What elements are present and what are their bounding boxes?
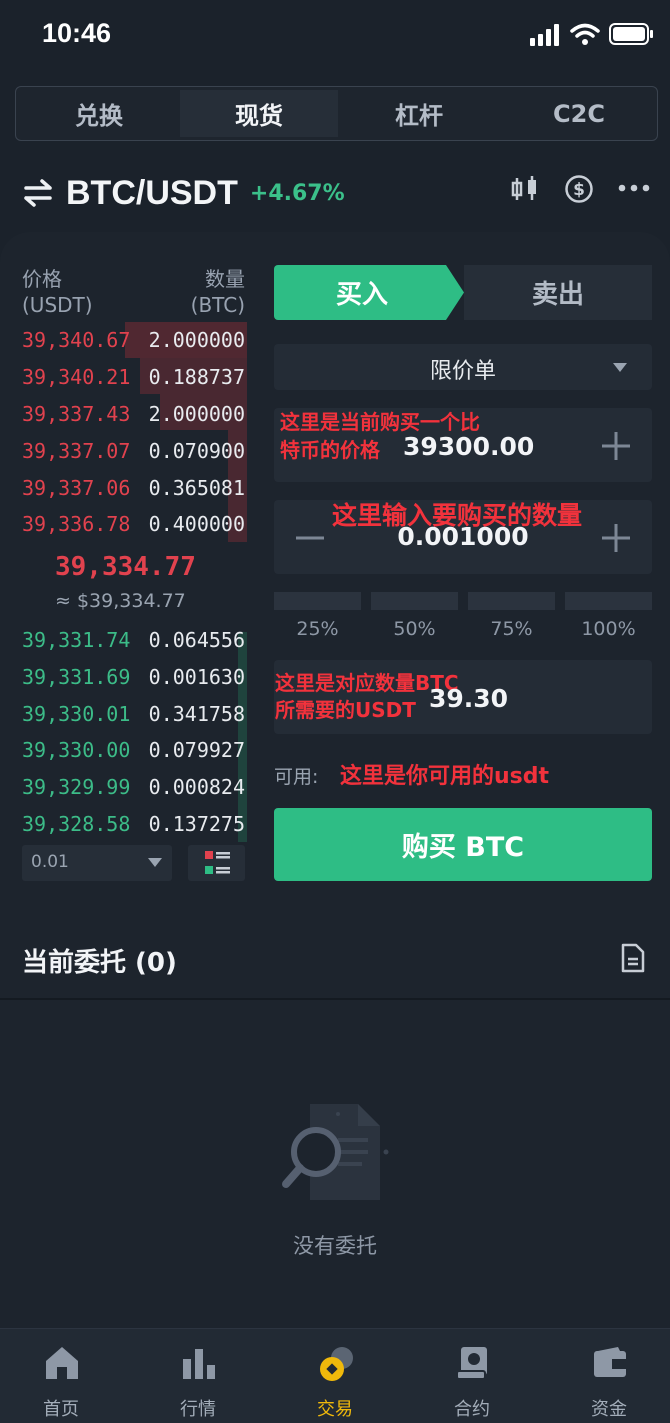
tab-spot[interactable]: 现货 [180, 90, 338, 137]
trade-coin-icon [320, 1347, 353, 1381]
open-orders-title: 当前委托 (0) [22, 948, 177, 978]
percent-bar-100[interactable] [565, 592, 652, 610]
percent-label-50[interactable]: 50% [371, 618, 458, 640]
status-time: 10:46 [42, 18, 112, 48]
nav-contract-label: 合约 [454, 1399, 490, 1420]
chevron-down-icon [148, 858, 162, 867]
ask-row[interactable]: 39,337.07 0.070900 [0, 433, 250, 469]
percent-label-75[interactable]: 75% [468, 618, 555, 640]
available-annotation: 这里是你可用的usdt [340, 764, 550, 789]
available-label: 可用: [274, 766, 319, 788]
tab-margin[interactable]: 杠杆 [340, 90, 498, 137]
buy-sell-toggle: 买入 卖出 [274, 265, 652, 320]
qty-header: 数量 [205, 267, 245, 291]
nav-assets[interactable]: 资金 [542, 1329, 670, 1423]
pair-change: +4.67% [249, 180, 345, 206]
price-header: 价格 [22, 267, 62, 291]
nav-home[interactable]: 首页 [0, 1329, 128, 1423]
last-price-usd: ≈ $39,334.77 [55, 590, 186, 612]
wifi-icon [570, 23, 600, 45]
pair-name[interactable]: BTC/USDT [66, 174, 238, 213]
plus-icon[interactable] [600, 430, 632, 462]
wallet-icon [594, 1347, 626, 1377]
market-chart-icon [183, 1349, 215, 1379]
ask-row[interactable]: 39,336.78 0.400000 [0, 506, 250, 542]
nav-home-label: 首页 [43, 1399, 79, 1420]
percent-bar-50[interactable] [371, 592, 458, 610]
candlestick-chart-icon[interactable] [510, 174, 540, 204]
orderbook-view-toggle[interactable] [188, 845, 245, 881]
ask-list: 39,340.67 2.000000 39,340.21 0.188737 39,3… [0, 322, 250, 546]
bid-row[interactable]: 39,330.00 0.079927 [0, 732, 250, 768]
orderbook-layout-icon [205, 851, 230, 874]
svg-text:$: $ [573, 180, 585, 200]
chevron-down-icon [613, 363, 627, 372]
order-type-value: 限价单 [429, 359, 496, 384]
nav-market[interactable]: 行情 [131, 1329, 265, 1423]
bid-row[interactable]: 39,331.69 0.001630 [0, 659, 250, 695]
nav-trade-label: 交易 [317, 1399, 353, 1420]
percent-bar-75[interactable] [468, 592, 555, 610]
buy-btc-button[interactable]: 购买 BTC [274, 808, 652, 881]
nav-assets-label: 资金 [591, 1399, 627, 1420]
order-history-icon[interactable] [621, 943, 645, 973]
empty-orders-text: 没有委托 [293, 1234, 377, 1258]
tab-c2c[interactable]: C2C [500, 90, 658, 137]
bid-row[interactable]: 39,328.58 0.137275 [0, 806, 250, 842]
price-annotation-line1: 这里是当前购买一个比 [280, 410, 480, 434]
sell-tab[interactable]: 卖出 [464, 265, 652, 320]
bid-row[interactable]: 39,331.74 0.064556 [0, 622, 250, 658]
ask-row[interactable]: 39,340.67 2.000000 [0, 322, 250, 358]
ask-row[interactable]: 39,337.06 0.365081 [0, 470, 250, 506]
empty-orders-icon [282, 1104, 389, 1200]
battery-icon [609, 23, 653, 45]
qty-unit: (BTC) [190, 293, 245, 317]
percent-label-100[interactable]: 100% [565, 618, 652, 640]
contract-icon [456, 1347, 487, 1380]
market-type-tabs: 兑换 现货 杠杆 C2C [15, 86, 658, 141]
order-type-select[interactable]: 限价单 [274, 344, 652, 390]
ask-row[interactable]: 39,340.21 0.188737 [0, 359, 250, 395]
precision-value: 0.01 [31, 852, 69, 872]
total-value: 39.30 [429, 684, 509, 713]
percent-bar-25[interactable] [274, 592, 361, 610]
bid-row[interactable]: 39,329.99 0.000824 [0, 769, 250, 805]
price-unit: (USDT) [22, 293, 93, 317]
dollar-circle-icon[interactable]: $ [564, 174, 594, 204]
total-field[interactable]: 这里是对应数量BTC 所需要的USDT 39.30 [274, 660, 652, 734]
pair-header: BTC/USDT +4.67% [22, 170, 345, 216]
price-field[interactable]: 这里是当前购买一个比 特币的价格 39300.00 [274, 408, 652, 482]
amount-value: 0.001000 [397, 522, 529, 551]
nav-trade[interactable]: 交易 [268, 1329, 402, 1423]
nav-market-label: 行情 [180, 1399, 216, 1420]
bid-row[interactable]: 39,330.01 0.341758 [0, 696, 250, 732]
last-price: 39,334.77 [55, 552, 196, 582]
section-divider [0, 998, 670, 1000]
bottom-nav: 首页 行情 交易 合约 资金 [0, 1328, 670, 1423]
price-value: 39300.00 [403, 432, 535, 461]
ask-row[interactable]: 39,337.43 2.000000 [0, 396, 250, 432]
total-annotation-line2: 所需要的USDT [275, 698, 416, 722]
tab-exchange[interactable]: 兑换 [20, 90, 178, 137]
price-annotation-line2: 特币的价格 [280, 438, 380, 462]
buy-tab[interactable]: 买入 [274, 265, 464, 320]
amount-field[interactable]: 这里输入要购买的数量 0.001000 [274, 500, 652, 574]
percent-label-25[interactable]: 25% [274, 618, 361, 640]
nav-contract[interactable]: 合约 [405, 1329, 539, 1423]
signal-icon [530, 24, 559, 46]
more-options-icon[interactable] [618, 183, 650, 193]
precision-select[interactable]: 0.01 [22, 845, 172, 881]
home-icon [46, 1347, 78, 1379]
switch-pair-icon[interactable] [22, 178, 54, 208]
bid-list: 39,331.74 0.064556 39,331.69 0.001630 39,3… [0, 622, 250, 846]
status-bar: 10:46 [0, 0, 670, 70]
plus-icon[interactable] [600, 522, 632, 554]
